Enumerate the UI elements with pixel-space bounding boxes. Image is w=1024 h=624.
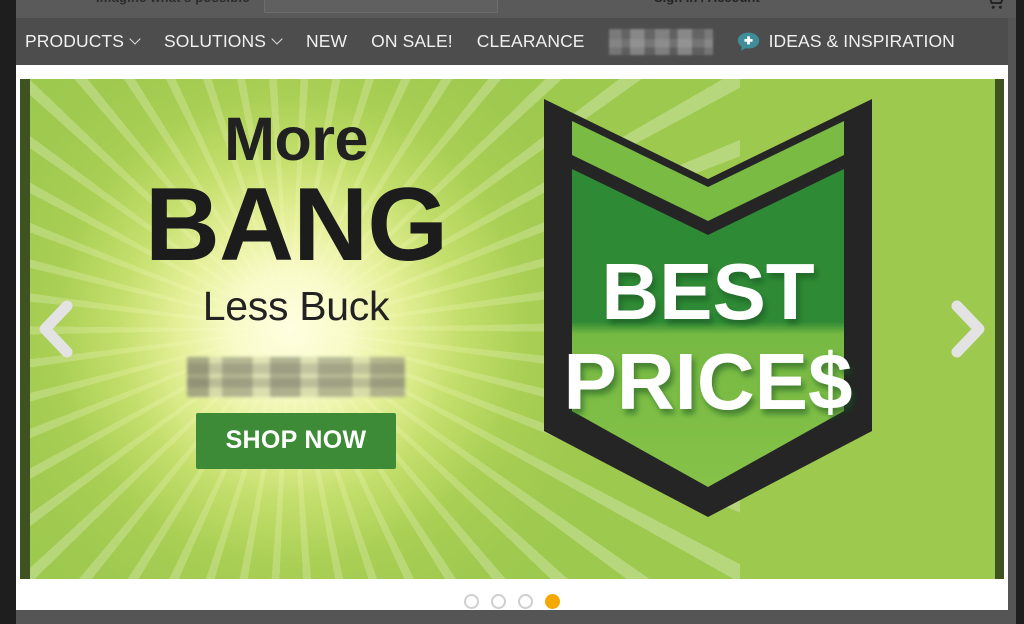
chevron-left-icon [39,300,73,358]
badge-line-1: BEST [601,247,814,336]
nav-item-products[interactable]: PRODUCTS [25,18,140,65]
site-tagline: Imagine what's possible [96,0,250,5]
nav-item-label: CLEARANCE [476,31,585,51]
carousel-next-button[interactable] [944,298,990,360]
banner-left-edge [20,79,30,579]
utility-bar: Imagine what's possible Sign In / Accoun… [0,0,1024,18]
hero-headline-small: More [224,105,368,173]
nav-item-label: IDEAS & INSPIRATION [768,31,955,51]
carousel-pagination [16,589,1008,610]
carousel-dot-3[interactable] [518,593,533,609]
hero-headline-large: BANG [144,167,448,283]
nav-item-label: NEW [306,31,348,51]
nav-item-on-sale[interactable]: ON SALE! [371,18,453,65]
nav-item-label: SOLUTIONS [164,31,267,51]
nav-item-label: PRODUCTS [25,31,124,51]
account-link[interactable]: Sign In / Account [654,0,760,5]
hero-copy-block: More BANG Less Buck SHOP NOW [76,105,516,470]
page-viewport: Imagine what's possible Sign In / Accoun… [0,0,1024,624]
carousel-dot-4[interactable] [545,593,560,609]
badge-line-2: PRICE$ [564,337,853,426]
nav-item-clearance[interactable]: CLEARANCE [477,18,585,65]
chevron-right-icon [951,300,985,358]
hero-carousel: More BANG Less Buck SHOP NOW BEST PRICE$ [16,65,1008,610]
nav-item-label: ON SALE! [371,31,453,51]
banner-right-edge [995,79,1004,579]
nav-item-redacted[interactable] [608,28,713,55]
hero-slide: More BANG Less Buck SHOP NOW BEST PRICE$ [20,79,1004,579]
shop-now-button[interactable]: SHOP NOW [195,413,397,470]
nav-item-new[interactable]: NEW [306,18,347,65]
nav-item-solutions[interactable]: SOLUTIONS [164,18,282,65]
hero-subheadline: Less Buck [202,283,390,330]
carousel-dot-2[interactable] [491,593,506,609]
shopping-cart-icon[interactable] [984,0,1006,10]
page-frame-left [0,0,16,624]
speech-bubble-plus-icon [737,32,760,52]
chevron-down-icon [273,35,282,44]
page-frame-right [1016,0,1024,624]
chevron-down-icon [131,35,140,44]
best-prices-badge: BEST PRICE$ [538,91,878,519]
carousel-prev-button[interactable] [34,298,80,360]
main-navigation: PRODUCTS SOLUTIONS NEW ON SALE! CLEARANC… [16,18,1008,65]
nav-item-ideas-and-inspiration[interactable]: IDEAS & INSPIRATION [737,18,955,65]
search-input[interactable] [264,0,498,13]
carousel-dot-1[interactable] [464,593,479,609]
hero-promo-text-redacted [187,357,405,398]
